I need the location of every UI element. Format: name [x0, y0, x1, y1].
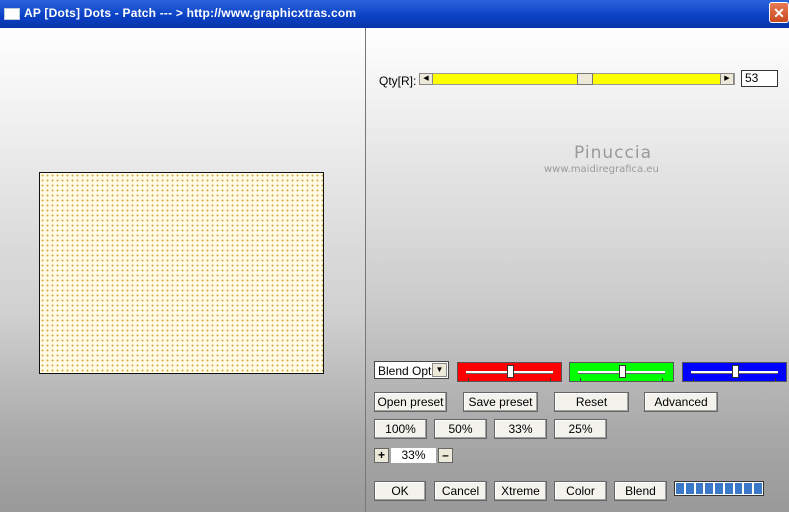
- green-slider-tick: [580, 378, 581, 381]
- progress-segment: [734, 483, 743, 494]
- progress-segment: [676, 483, 684, 494]
- qty-label: Qty[R]:: [379, 74, 417, 88]
- zoom-minus-button[interactable]: –: [438, 448, 453, 463]
- controls-panel: [366, 28, 789, 512]
- blend-options-select[interactable]: Blend Options ▼: [374, 361, 449, 379]
- qty-value-field[interactable]: 53: [741, 70, 778, 87]
- red-slider[interactable]: [457, 362, 562, 382]
- green-slider-tick: [662, 378, 663, 381]
- progress-bar: [674, 481, 764, 496]
- blue-slider[interactable]: [682, 362, 787, 382]
- advanced-button[interactable]: Advanced: [644, 392, 718, 412]
- green-slider-knob[interactable]: [618, 365, 626, 378]
- qty-scrollbar-thumb[interactable]: [576, 73, 593, 85]
- blue-slider-knob[interactable]: [731, 365, 739, 378]
- watermark-url: www.maidiregrafica.eu: [544, 164, 659, 175]
- watermark-name: Pinuccia: [574, 143, 652, 163]
- window-title: AP [Dots] Dots - Patch --- > http://www.…: [24, 6, 357, 20]
- close-icon[interactable]: ✕: [769, 2, 789, 23]
- green-slider[interactable]: [569, 362, 674, 382]
- cancel-button[interactable]: Cancel: [434, 481, 487, 501]
- zoom-33-button[interactable]: 33%: [494, 419, 547, 439]
- progress-segment: [685, 483, 694, 494]
- preview-image: [39, 172, 324, 374]
- progress-segment: [695, 483, 704, 494]
- scroll-right-arrow-icon[interactable]: ▶: [720, 73, 734, 85]
- blue-slider-tick: [693, 378, 694, 381]
- red-slider-knob[interactable]: [506, 365, 514, 378]
- ok-button[interactable]: OK: [374, 481, 426, 501]
- blend-button[interactable]: Blend: [614, 481, 667, 501]
- progress-segment: [724, 483, 733, 494]
- progress-segment: [715, 483, 723, 494]
- blue-slider-tick: [775, 378, 776, 381]
- reset-button[interactable]: Reset: [554, 392, 629, 412]
- red-slider-tick: [468, 378, 469, 381]
- red-slider-tick: [550, 378, 551, 381]
- window-icon: [4, 8, 20, 20]
- blend-options-value: Blend Options: [378, 364, 432, 378]
- open-preset-button[interactable]: Open preset: [374, 392, 447, 412]
- scroll-left-arrow-icon[interactable]: ◀: [419, 73, 433, 85]
- xtreme-button[interactable]: Xtreme: [494, 481, 547, 501]
- zoom-plus-button[interactable]: +: [374, 448, 389, 463]
- save-preset-button[interactable]: Save preset: [463, 392, 538, 412]
- zoom-50-button[interactable]: 50%: [434, 419, 487, 439]
- zoom-value-field[interactable]: 33%: [391, 448, 436, 463]
- progress-segment: [754, 483, 763, 494]
- color-button[interactable]: Color: [554, 481, 607, 501]
- chevron-down-icon[interactable]: ▼: [432, 363, 447, 377]
- zoom-100-button[interactable]: 100%: [374, 419, 427, 439]
- title-bar: AP [Dots] Dots - Patch --- > http://www.…: [0, 0, 789, 28]
- progress-segment: [744, 483, 753, 494]
- progress-segment: [705, 483, 714, 494]
- zoom-25-button[interactable]: 25%: [554, 419, 607, 439]
